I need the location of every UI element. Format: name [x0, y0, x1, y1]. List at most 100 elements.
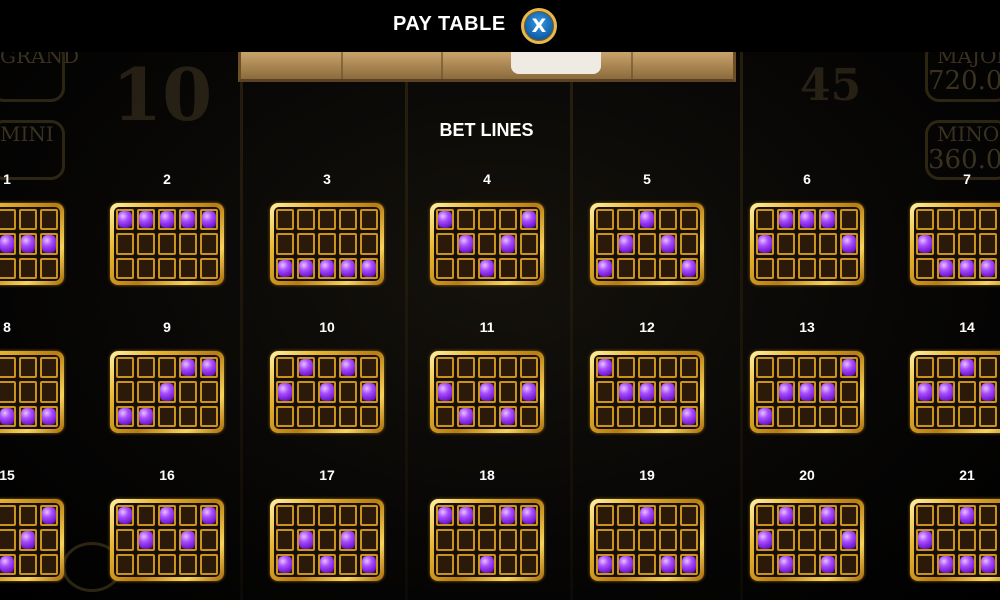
bet-line-number: 3	[323, 171, 331, 187]
empty-slot	[339, 233, 357, 255]
bet-line-number: 6	[803, 171, 811, 187]
gem-icon	[436, 381, 454, 403]
empty-slot	[659, 505, 677, 527]
reel-grid	[274, 207, 380, 281]
empty-slot	[798, 553, 816, 575]
empty-slot	[478, 233, 496, 255]
empty-slot	[798, 529, 816, 551]
gem-icon	[756, 529, 774, 551]
empty-slot	[0, 529, 16, 551]
empty-slot	[40, 381, 58, 403]
bet-line-frame	[590, 351, 704, 433]
gem-icon	[680, 257, 698, 279]
gem-icon	[617, 553, 635, 575]
gem-icon	[179, 529, 197, 551]
empty-slot	[276, 529, 294, 551]
gem-icon	[478, 257, 496, 279]
empty-slot	[680, 357, 698, 379]
gem-icon	[19, 529, 37, 551]
gem-icon	[19, 233, 37, 255]
banner-divider	[341, 52, 343, 79]
bet-line-20: 20	[727, 467, 887, 597]
section-title: BET LINES	[439, 120, 534, 140]
empty-slot	[40, 357, 58, 379]
empty-slot	[777, 233, 795, 255]
gem-icon	[916, 529, 934, 551]
gem-icon	[659, 381, 677, 403]
empty-slot	[680, 505, 698, 527]
empty-slot	[937, 233, 955, 255]
empty-slot	[756, 257, 774, 279]
empty-slot	[318, 505, 336, 527]
bet-line-number: 2	[163, 171, 171, 187]
empty-slot	[819, 233, 837, 255]
empty-slot	[680, 381, 698, 403]
bet-line-5: 5	[567, 171, 727, 301]
empty-slot	[137, 381, 155, 403]
reel-grid	[274, 503, 380, 577]
reel-grid	[114, 207, 220, 281]
major-jackpot-value: 720.00	[928, 66, 1000, 96]
empty-slot	[339, 505, 357, 527]
grand-jackpot-label: GRAND	[0, 52, 80, 68]
gem-icon	[137, 405, 155, 427]
gem-icon	[958, 505, 976, 527]
reel-grid	[0, 207, 60, 281]
empty-slot	[179, 553, 197, 575]
empty-slot	[318, 233, 336, 255]
gem-icon	[457, 505, 475, 527]
empty-slot	[819, 357, 837, 379]
empty-slot	[756, 381, 774, 403]
empty-slot	[0, 209, 16, 231]
empty-slot	[137, 257, 155, 279]
gem-icon	[297, 357, 315, 379]
close-button[interactable]: X	[521, 8, 557, 44]
gem-icon	[0, 405, 16, 427]
empty-slot	[520, 357, 538, 379]
gem-icon	[339, 257, 357, 279]
bet-line-1: 1	[0, 171, 87, 301]
reel-grid	[434, 503, 540, 577]
empty-slot	[499, 553, 517, 575]
bet-line-number: 17	[319, 467, 335, 483]
empty-slot	[638, 405, 656, 427]
banner-divider	[441, 52, 443, 79]
empty-slot	[116, 357, 134, 379]
empty-slot	[297, 209, 315, 231]
empty-slot	[798, 257, 816, 279]
empty-slot	[200, 405, 218, 427]
gem-icon	[360, 553, 378, 575]
empty-slot	[158, 405, 176, 427]
empty-slot	[840, 505, 858, 527]
bet-line-19: 19	[567, 467, 727, 597]
empty-slot	[436, 553, 454, 575]
empty-slot	[276, 209, 294, 231]
bet-line-frame	[750, 499, 864, 581]
empty-slot	[798, 233, 816, 255]
empty-slot	[318, 529, 336, 551]
empty-slot	[979, 529, 997, 551]
gem-icon	[979, 553, 997, 575]
reel-grid	[754, 207, 860, 281]
empty-slot	[360, 505, 378, 527]
gem-icon	[958, 553, 976, 575]
header-bar: PAY TABLE X	[0, 0, 1000, 52]
gem-icon	[179, 209, 197, 231]
bet-line-6: 6	[727, 171, 887, 301]
empty-slot	[457, 381, 475, 403]
reel-grid	[434, 207, 540, 281]
gem-icon	[436, 209, 454, 231]
bet-line-10: 10	[247, 319, 407, 449]
empty-slot	[19, 381, 37, 403]
gem-icon	[958, 357, 976, 379]
gem-icon	[478, 553, 496, 575]
reel-grid	[434, 355, 540, 429]
empty-slot	[457, 529, 475, 551]
empty-slot	[200, 529, 218, 551]
gem-icon	[116, 209, 134, 231]
bet-line-frame	[0, 351, 64, 433]
bet-line-number: 5	[643, 171, 651, 187]
empty-slot	[457, 209, 475, 231]
empty-slot	[777, 405, 795, 427]
empty-slot	[179, 233, 197, 255]
